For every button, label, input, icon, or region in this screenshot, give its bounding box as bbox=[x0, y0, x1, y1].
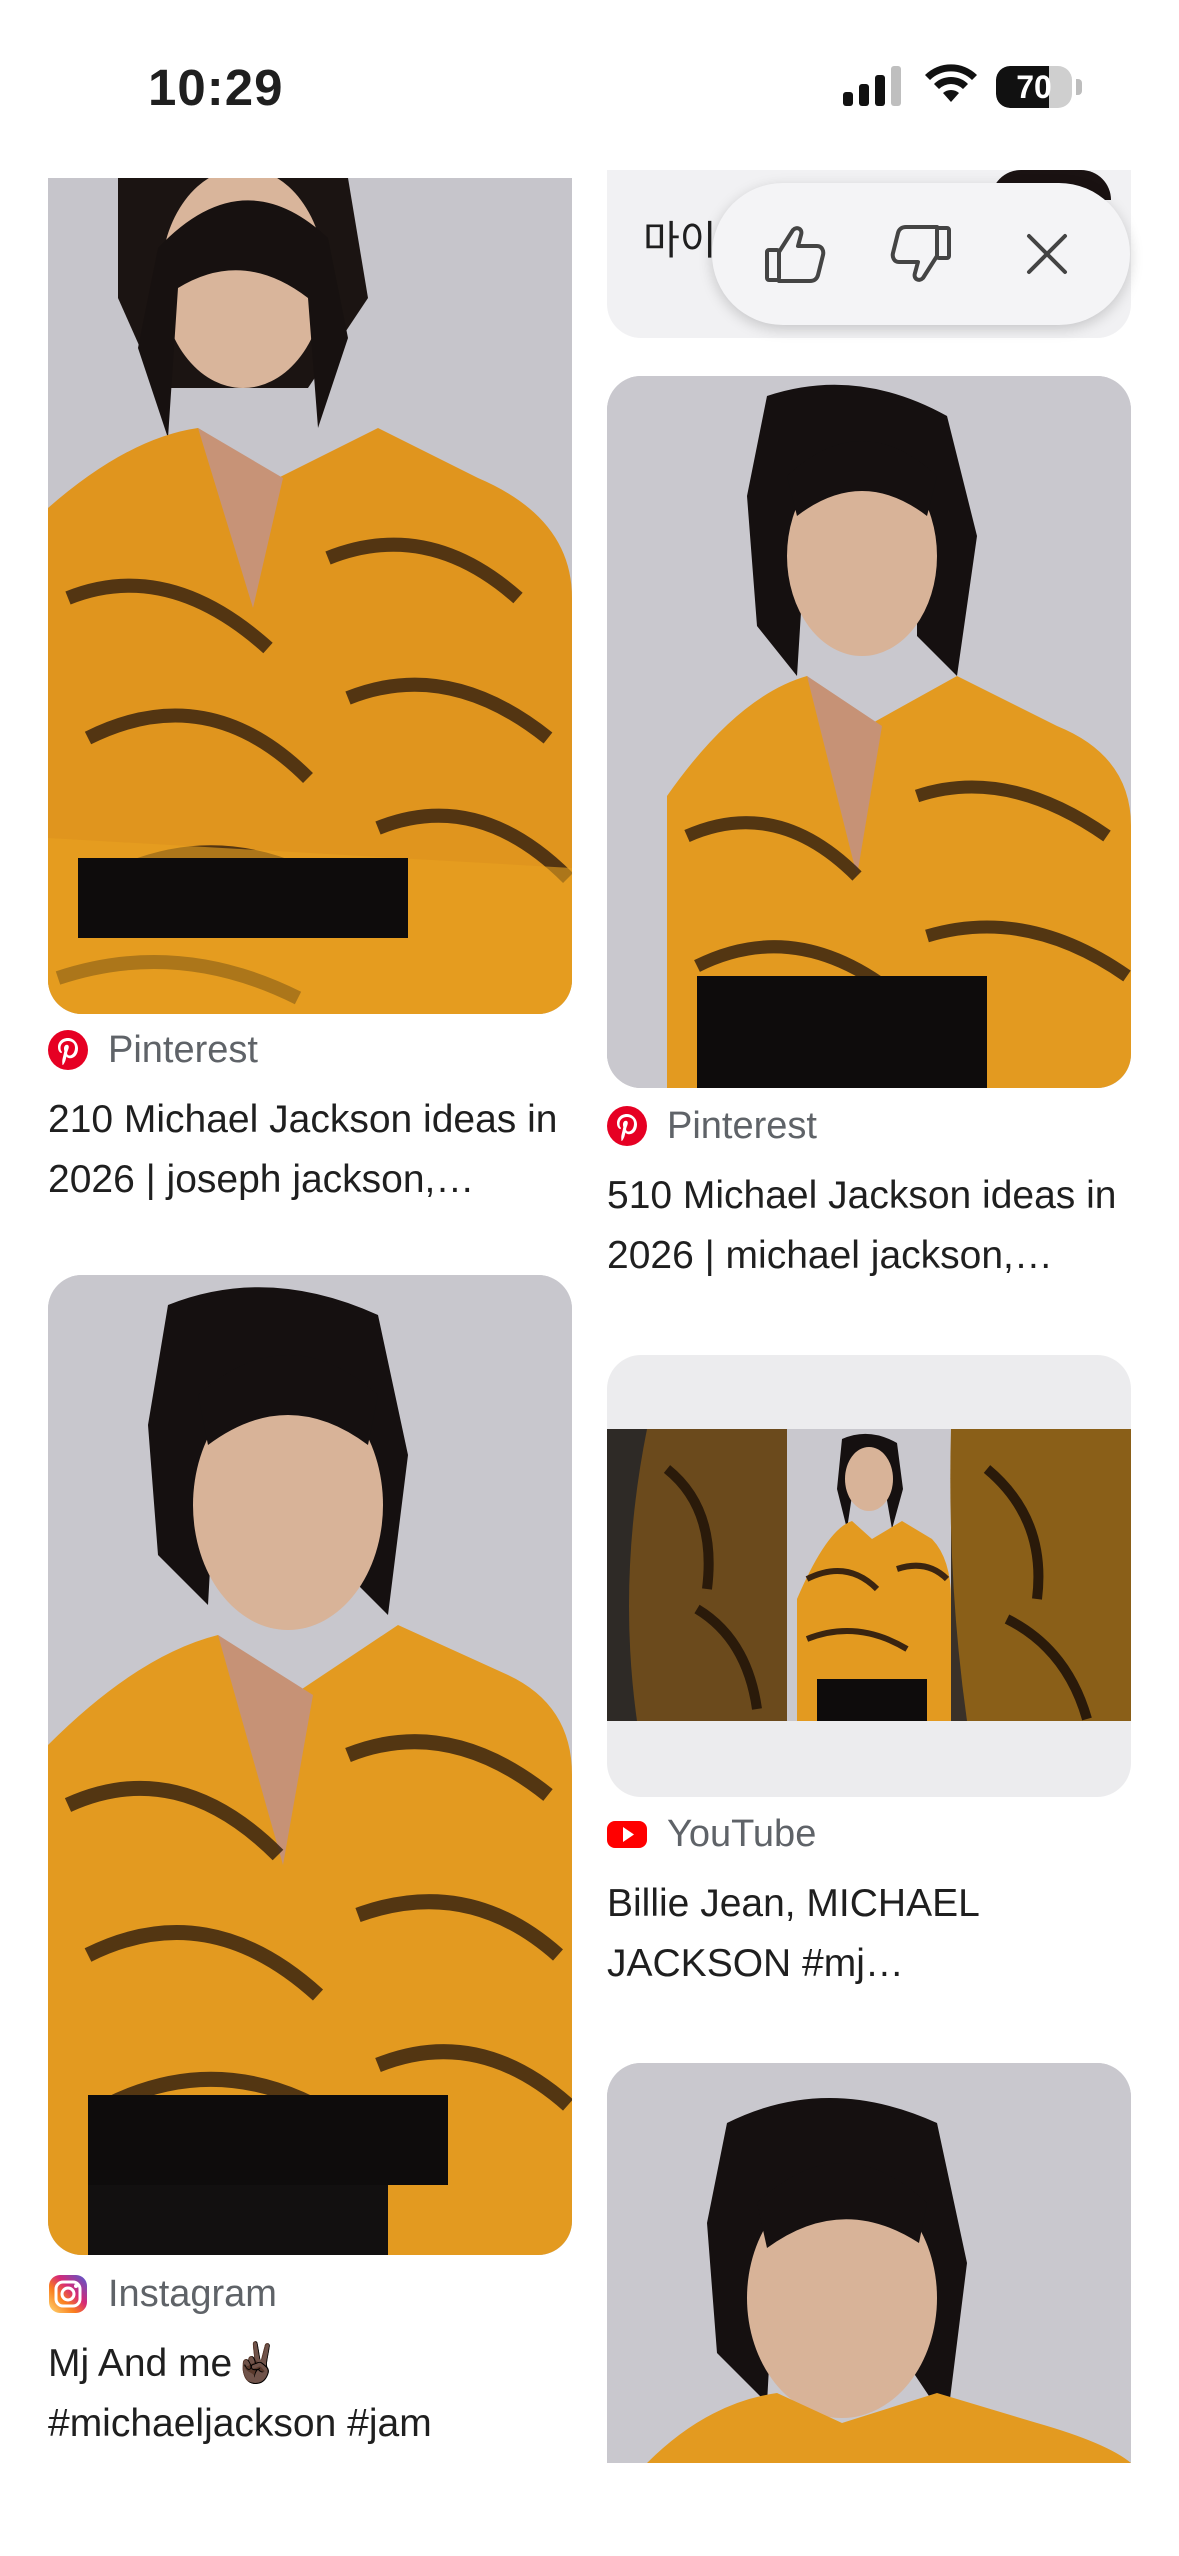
portrait-image bbox=[48, 1275, 572, 2255]
portrait-image bbox=[48, 178, 572, 1014]
result-source[interactable]: Pinterest bbox=[48, 1026, 258, 1074]
result-title[interactable]: 210 Michael Jackson ideas in 2026 | jose… bbox=[48, 1090, 572, 1210]
result-source[interactable]: Pinterest bbox=[607, 1102, 817, 1150]
thumbs-down-button[interactable] bbox=[876, 209, 966, 299]
pinterest-icon bbox=[607, 1106, 647, 1146]
result-image[interactable] bbox=[48, 1275, 572, 2255]
result-source[interactable]: YouTube bbox=[607, 1810, 816, 1858]
result-image[interactable] bbox=[607, 1355, 1131, 1797]
youtube-icon bbox=[607, 1821, 647, 1848]
source-label: Pinterest bbox=[667, 1104, 817, 1147]
thumbs-up-icon bbox=[765, 226, 826, 283]
portrait-image bbox=[607, 2063, 1131, 2463]
status-time: 10:29 bbox=[148, 59, 284, 116]
close-button[interactable] bbox=[1002, 209, 1092, 299]
result-image[interactable] bbox=[607, 2063, 1131, 2463]
battery-icon: 70 bbox=[996, 66, 1072, 108]
portrait-image bbox=[607, 376, 1131, 1088]
pinterest-icon bbox=[48, 1030, 88, 1070]
result-title[interactable]: Billie Jean, MICHAEL JACKSON #mj… bbox=[607, 1874, 1131, 1994]
cellular-signal-icon bbox=[843, 66, 901, 106]
result-title[interactable]: Mj And me✌🏿 #michaeljackson #jam bbox=[48, 2334, 572, 2454]
video-thumbnail-image bbox=[607, 1429, 1131, 1721]
source-label: YouTube bbox=[667, 1812, 817, 1855]
thumbs-up-button[interactable] bbox=[750, 209, 840, 299]
partial-result-text: 마이 bbox=[643, 219, 717, 263]
instagram-icon bbox=[49, 2275, 87, 2313]
source-label: Instagram bbox=[108, 2272, 277, 2315]
battery-percent: 70 bbox=[1016, 69, 1052, 105]
status-bar: 10:29 70 bbox=[0, 0, 1179, 170]
result-title[interactable]: 510 Michael Jackson ideas in 2026 | mich… bbox=[607, 1166, 1131, 1286]
feedback-popup bbox=[712, 183, 1130, 325]
source-label: Pinterest bbox=[108, 1028, 258, 1071]
thumbs-down-icon bbox=[890, 225, 951, 282]
result-source[interactable]: Instagram bbox=[48, 2270, 277, 2318]
result-image[interactable] bbox=[48, 178, 572, 1014]
close-icon bbox=[1027, 234, 1067, 274]
result-image[interactable] bbox=[607, 376, 1131, 1088]
wifi-icon bbox=[925, 64, 977, 102]
